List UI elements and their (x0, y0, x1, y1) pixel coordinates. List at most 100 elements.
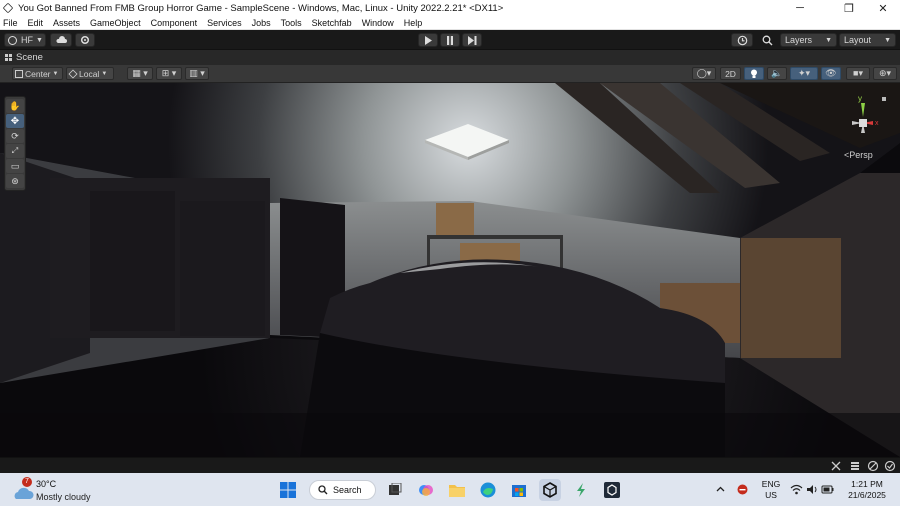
maximize-button[interactable]: ❐ (832, 0, 866, 16)
menu-services[interactable]: Services (207, 18, 242, 28)
pivot-mode-dropdown[interactable]: Center ▼ (12, 67, 63, 80)
gizmo-y-cone[interactable] (861, 103, 865, 117)
account-dropdown[interactable]: HF ▼ (4, 33, 46, 47)
scene-visibility-toggle[interactable]: 👁 (821, 67, 841, 80)
grid-snap-dropdown[interactable]: ▦ ▾ (127, 67, 153, 80)
grid-plane-dropdown[interactable]: ▥ ▾ (185, 67, 209, 80)
scale-icon: ⤢ (11, 146, 19, 155)
close-button[interactable]: ✕ (866, 0, 900, 16)
camera-settings-dropdown[interactable]: ■▾ (846, 67, 870, 80)
scene-tab-bar: Scene (0, 50, 900, 65)
lock-icon[interactable] (882, 97, 886, 101)
menu-help[interactable]: Help (404, 18, 423, 28)
tab-scene[interactable]: Scene (16, 52, 43, 63)
taskbar-search[interactable]: Search (309, 480, 376, 500)
projection-label[interactable]: <Persp (844, 150, 873, 160)
move-tool-button[interactable]: ✥ (6, 114, 24, 128)
layout-label: Layout (844, 35, 872, 45)
collab-button[interactable] (75, 33, 95, 47)
pivot-center-icon (15, 69, 23, 78)
menu-bar: File Edit Assets GameObject Component Se… (0, 16, 900, 30)
lightbulb-icon (751, 69, 757, 78)
toggle-2d-button[interactable]: 2D (720, 67, 741, 80)
copilot-button[interactable] (415, 479, 437, 501)
pivot-space-dropdown[interactable]: Local ▼ (66, 67, 114, 80)
wifi-icon[interactable] (790, 483, 803, 496)
audio-toggle[interactable]: 🔈 (767, 67, 787, 80)
input-language[interactable]: ENG US (760, 479, 782, 501)
scale-tool-button[interactable]: ⤢ (6, 144, 24, 158)
app-taskbar-button[interactable] (570, 479, 592, 501)
rect-tool-button[interactable]: ▭ (6, 159, 24, 173)
unity-logo-icon (2, 2, 14, 14)
menu-file[interactable]: File (3, 18, 18, 28)
copilot-icon (419, 485, 433, 496)
main-toolbar: HF ▼ Layers ▼ Layout ▼ (0, 30, 900, 50)
menu-component[interactable]: Component (151, 18, 198, 28)
hand-tool-button[interactable]: ✋ (6, 99, 24, 113)
menu-jobs[interactable]: Jobs (252, 18, 271, 28)
pause-button[interactable] (440, 33, 460, 47)
clock-date: 21/6/2025 (848, 490, 886, 500)
layout-dropdown[interactable]: Layout ▼ (839, 33, 896, 47)
unity-hub-button[interactable] (601, 479, 623, 501)
menu-window[interactable]: Window (362, 18, 394, 28)
cloud-button[interactable] (50, 33, 72, 47)
scene-viewport[interactable]: ✋ ✥ ⟳ ⤢ ▭ ⊛ y x <Persp (0, 83, 900, 457)
lightning-app-icon (577, 483, 585, 497)
system-clock[interactable]: 1:21 PM 21/6/2025 (838, 479, 896, 501)
minimize-button[interactable]: ─ (783, 0, 817, 16)
debug-icon[interactable] (830, 460, 842, 472)
rotate-tool-button[interactable]: ⟳ (6, 129, 24, 143)
gizmo-center-cube[interactable] (859, 119, 867, 127)
menu-tools[interactable]: Tools (281, 18, 302, 28)
check-circle-icon[interactable] (884, 460, 896, 472)
play-button[interactable] (418, 33, 438, 47)
gizmos-dropdown[interactable]: ⊕▾ (873, 67, 897, 80)
lighting-toggle[interactable] (744, 67, 764, 80)
search-button[interactable] (757, 33, 777, 47)
volume-icon[interactable] (806, 483, 819, 496)
snap-increment-dropdown[interactable]: ⊞ ▾ (156, 67, 182, 80)
title-bar: You Got Banned From FMB Group Horror Gam… (0, 0, 900, 16)
rect-icon: ▭ (10, 160, 20, 171)
transform-tool-button[interactable]: ⊛ (6, 174, 24, 188)
menu-gameobject[interactable]: GameObject (90, 18, 141, 28)
menu-sketchfab[interactable]: Sketchfab (312, 18, 352, 28)
task-view-button[interactable] (384, 479, 406, 501)
unity-hub-icon (604, 482, 620, 498)
layers-dropdown[interactable]: Layers ▼ (780, 33, 837, 47)
step-button[interactable] (462, 33, 482, 47)
mode-2d-label: 2D (725, 68, 736, 79)
pivot-space-label: Local (79, 68, 100, 79)
menu-assets[interactable]: Assets (53, 18, 80, 28)
file-explorer-button[interactable] (446, 479, 468, 501)
draw-mode-dropdown[interactable]: ◯▾ (692, 67, 716, 80)
windows-taskbar: 7 30°C Mostly cloudy Search ENG US 1:21 … (0, 473, 900, 506)
edge-button[interactable] (477, 479, 499, 501)
play-icon (425, 35, 432, 45)
orientation-gizmo[interactable]: y x (838, 93, 888, 153)
stack-icon[interactable] (849, 460, 861, 472)
unity-taskbar-button[interactable] (539, 479, 561, 501)
store-icon (512, 485, 526, 497)
chevron-down-icon: ▼ (101, 70, 108, 77)
effects-icon: ✦▾ (797, 68, 811, 78)
visibility-icon: 👁 (825, 68, 837, 78)
start-button[interactable] (277, 479, 299, 501)
weather-widget[interactable]: 7 30°C Mostly cloudy (10, 477, 120, 503)
effects-dropdown[interactable]: ✦▾ (790, 67, 818, 80)
no-entry-icon[interactable] (867, 460, 879, 472)
account-icon (8, 35, 17, 45)
gear-icon (80, 35, 90, 45)
battery-icon[interactable] (821, 483, 834, 496)
store-button[interactable] (508, 479, 530, 501)
history-button[interactable] (731, 33, 753, 47)
unity-icon (543, 482, 557, 498)
chevron-up-icon[interactable] (714, 483, 727, 496)
security-alert-icon[interactable] (736, 483, 749, 496)
chevron-down-icon: ▼ (52, 70, 59, 77)
cloud-icon (56, 36, 67, 43)
scene-tools-overlay: ✋ ✥ ⟳ ⤢ ▭ ⊛ (4, 96, 26, 191)
menu-edit[interactable]: Edit (28, 18, 44, 28)
